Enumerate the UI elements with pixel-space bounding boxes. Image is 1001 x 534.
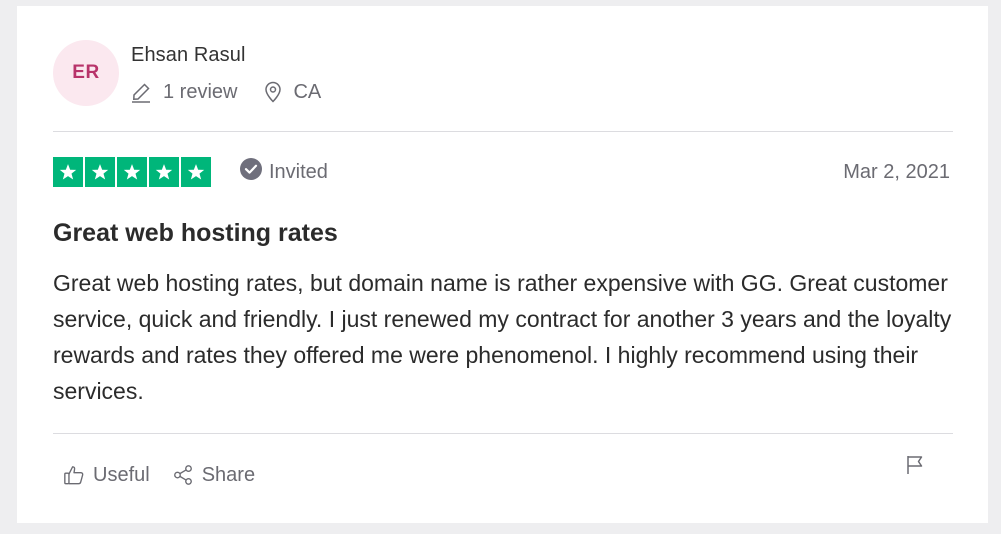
share-icon [172, 464, 194, 486]
location-pin-icon [263, 81, 283, 103]
avatar-initials: ER [72, 62, 100, 83]
check-circle-icon [239, 157, 263, 187]
review-card: ER Ehsan Rasul 1 review CA Invited Mar 2… [17, 6, 988, 523]
star-icon [181, 157, 211, 187]
useful-button[interactable]: Useful [63, 464, 150, 487]
reviewer-meta: 1 review CA [130, 78, 321, 106]
thumbs-up-icon [63, 464, 85, 486]
review-body: Great web hosting rates, but domain name… [53, 270, 952, 404]
star-icon [117, 157, 147, 187]
reviewer-location: CA [263, 81, 321, 104]
reviewer-name[interactable]: Ehsan Rasul [131, 44, 246, 67]
review-count: 1 review [130, 81, 237, 104]
footer-divider [53, 433, 953, 434]
invited-badge[interactable]: Invited [239, 157, 328, 187]
avatar[interactable]: ER [53, 40, 119, 106]
flag-icon[interactable] [904, 454, 926, 476]
star-icon [149, 157, 179, 187]
header-divider [53, 131, 953, 132]
share-button[interactable]: Share [172, 464, 255, 487]
location-label: CA [293, 80, 322, 103]
pencil-icon [130, 81, 152, 103]
review-actions: Useful Share [63, 461, 255, 489]
invited-label: Invited [269, 160, 328, 183]
star-icon [53, 157, 83, 187]
review-title[interactable]: Great web hosting rates [53, 219, 338, 248]
share-label: Share [201, 463, 256, 486]
star-icon [85, 157, 115, 187]
review-count-label: 1 review [163, 80, 238, 103]
useful-label: Useful [93, 463, 150, 486]
review-date: Mar 2, 2021 [843, 161, 950, 183]
star-rating [53, 157, 211, 187]
